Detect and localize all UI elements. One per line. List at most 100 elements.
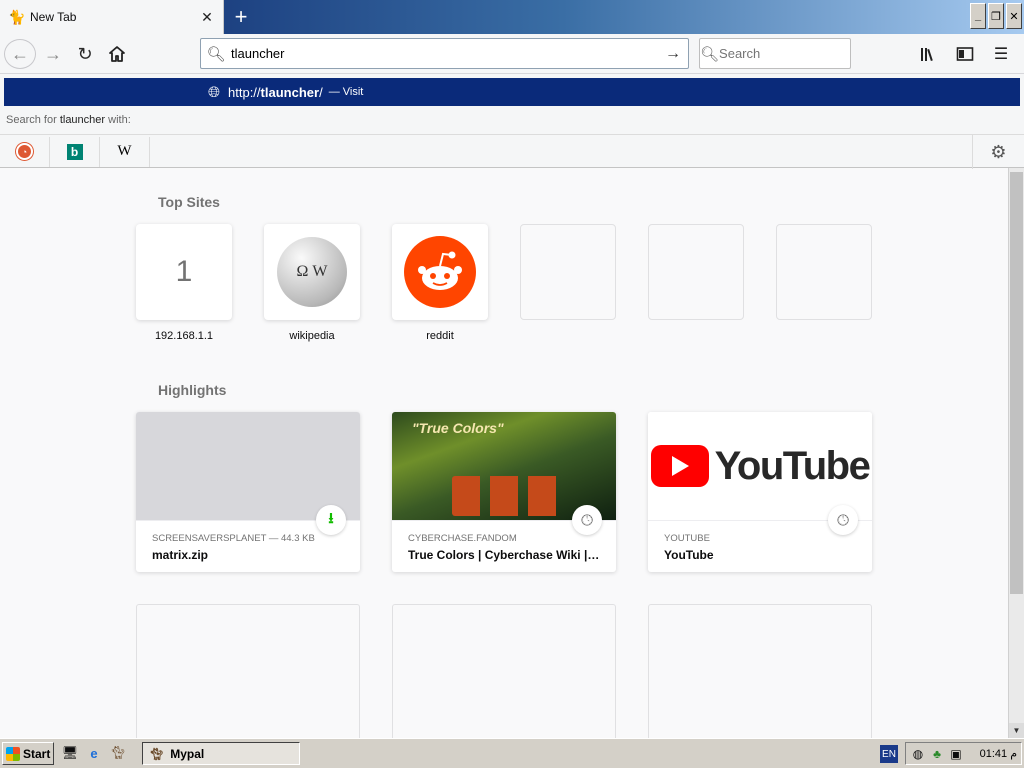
autocomplete-popup: 🌐︎ http://tlauncher/ — Visit Search for … <box>0 74 1024 169</box>
clock-icon: 🕓︎ <box>828 505 858 535</box>
url-bar[interactable]: 🔍︎ → <box>200 38 689 69</box>
engine-duckduckgo[interactable]: ◔ <box>0 136 50 167</box>
tab-strip: 🐈 New Tab ✕ + _ ❐ ✕ <box>0 0 1024 34</box>
ninja-cat-icon: 🐈 <box>8 9 26 25</box>
tray-monitor-icon[interactable]: ▣ <box>948 746 964 762</box>
taskbar-item-mypal[interactable]: 🐈︎ Mypal <box>142 742 300 765</box>
scroll-down-arrow-icon[interactable]: ▼ <box>1009 723 1024 738</box>
quick-launch: 🖥︎ e 🐈︎ <box>60 743 128 763</box>
reload-button[interactable]: ↻ <box>70 39 100 69</box>
menu-icon[interactable]: ☰ <box>986 39 1016 69</box>
highlight-meta: CYBERCHASE.FANDOM <box>408 533 517 544</box>
restore-button[interactable]: ❐ <box>988 3 1004 29</box>
tab-title: New Tab <box>30 10 77 24</box>
go-arrow-icon[interactable]: → <box>658 45 688 63</box>
top-site-label: wikipedia <box>289 330 335 342</box>
highlight-placeholder <box>392 604 616 738</box>
start-label: Start <box>23 746 51 761</box>
top-site-tile[interactable]: 1 192.168.1.1 <box>136 224 232 342</box>
empty-tile <box>520 224 616 320</box>
visit-label: — Visit <box>328 86 364 98</box>
window-controls: _ ❐ ✕ <box>970 3 1022 29</box>
bing-icon: b <box>66 143 83 160</box>
tray-app-icon[interactable]: ◍ <box>910 746 926 762</box>
top-site-empty <box>776 224 872 320</box>
highlight-card[interactable]: ⭳ SCREENSAVERSPLANET — 44.3 KB matrix.zi… <box>136 412 360 572</box>
search-icon: 🔍︎ <box>206 45 226 63</box>
arrow-left-icon: ← <box>11 43 29 64</box>
new-tab-page: Top Sites 1 192.168.1.1 Ω W wikipedia re… <box>0 168 1008 738</box>
globe-icon: 🌐︎ <box>208 83 221 101</box>
arrow-right-icon: → <box>44 43 62 64</box>
ninja-cat-icon[interactable]: 🐈︎ <box>108 743 128 763</box>
start-button[interactable]: Start <box>2 742 54 765</box>
taskbar: Start 🖥︎ e 🐈︎ 🐈︎ Mypal EN ◍ ♣ ▣ 01:41 م <box>0 738 1024 768</box>
close-icon[interactable]: ✕ <box>197 7 217 27</box>
top-site-empty <box>520 224 616 320</box>
library-icon[interactable] <box>914 39 944 69</box>
highlight-title: True Colors | Cyberchase Wiki | ... <box>408 548 600 562</box>
top-site-thumb: 1 <box>136 224 232 320</box>
search-input[interactable] <box>719 46 896 61</box>
highlight-info: 🕓︎ CYBERCHASE.FANDOM True Colors | Cyber… <box>392 505 616 562</box>
suggestion-url: http://tlauncher/ <box>228 84 323 100</box>
highlight-title: matrix.zip <box>152 548 209 562</box>
top-site-tile[interactable]: Ω W wikipedia <box>264 224 360 342</box>
top-site-empty <box>648 224 744 320</box>
scrollbar-thumb[interactable] <box>1010 172 1023 594</box>
search-settings-button[interactable]: ⚙ <box>972 135 1024 169</box>
windows-logo-icon <box>6 746 20 761</box>
wikipedia-globe-icon: Ω W <box>277 237 347 307</box>
highlight-meta: YOUTUBE <box>664 533 710 544</box>
top-sites-title: Top Sites <box>158 194 220 210</box>
url-input[interactable] <box>231 46 658 61</box>
top-site-letter: 1 <box>175 255 193 288</box>
top-site-thumb: Ω W <box>264 224 360 320</box>
top-site-tile[interactable]: reddit <box>392 224 488 342</box>
show-desktop-icon[interactable]: 🖥︎ <box>60 743 80 763</box>
search-for-label: Search for tlauncher with: <box>6 114 131 126</box>
empty-tile <box>776 224 872 320</box>
vertical-scrollbar[interactable]: ▼ <box>1008 168 1024 738</box>
thumb-caption: "True Colors" <box>412 420 504 436</box>
top-site-thumb <box>392 224 488 320</box>
empty-tile <box>648 224 744 320</box>
forward-button[interactable]: → <box>38 39 68 69</box>
reddit-logo-icon <box>404 236 476 308</box>
internet-explorer-icon[interactable]: e <box>84 743 104 763</box>
engine-bing[interactable]: b <box>50 136 100 167</box>
tab-new-tab[interactable]: 🐈 New Tab ✕ <box>0 0 224 34</box>
highlight-card[interactable]: "True Colors" 🕓︎ CYBERCHASE.FANDOM True … <box>392 412 616 572</box>
home-icon <box>109 46 125 62</box>
home-button[interactable] <box>102 39 132 69</box>
wikipedia-icon: W <box>117 143 132 159</box>
gear-icon: ⚙ <box>990 141 1007 162</box>
task-label: Mypal <box>170 746 205 761</box>
clock-icon: 🕓︎ <box>572 505 602 535</box>
highlight-info: 🕓︎ YOUTUBE YouTube <box>648 505 872 562</box>
highlight-thumb <box>136 412 360 520</box>
engine-wikipedia[interactable]: W <box>100 136 150 167</box>
highlight-placeholder <box>648 604 872 738</box>
top-site-label: 192.168.1.1 <box>154 330 214 342</box>
thumb-scene <box>452 476 562 516</box>
nav-toolbar: ← → ↻ 🔍︎ → 🔍︎ ☰ <box>0 34 1024 74</box>
highlight-card[interactable]: YouTube 🕓︎ YOUTUBE YouTube <box>648 412 872 572</box>
download-icon: ⭳ <box>316 505 346 535</box>
new-tab-button[interactable]: + <box>226 2 256 32</box>
system-tray: ◍ ♣ ▣ 01:41 م <box>905 742 1022 765</box>
highlight-thumb: "True Colors" <box>392 412 616 520</box>
highlight-placeholder <box>136 604 360 738</box>
clock: 01:41 م <box>979 748 1017 760</box>
search-bar[interactable]: 🔍︎ <box>699 38 896 69</box>
minimize-button[interactable]: _ <box>970 3 986 29</box>
tray-network-icon[interactable]: ♣ <box>929 746 945 762</box>
duckduckgo-icon: ◔ <box>16 143 33 160</box>
youtube-play-icon <box>650 445 709 487</box>
youtube-logo-text: YouTube <box>714 443 871 488</box>
sidebar-icon[interactable] <box>950 39 980 69</box>
close-button[interactable]: ✕ <box>1006 3 1022 29</box>
language-indicator[interactable]: EN <box>880 745 898 763</box>
autocomplete-visit-row[interactable]: 🌐︎ http://tlauncher/ — Visit <box>4 78 1020 106</box>
back-button[interactable]: ← <box>4 39 36 69</box>
